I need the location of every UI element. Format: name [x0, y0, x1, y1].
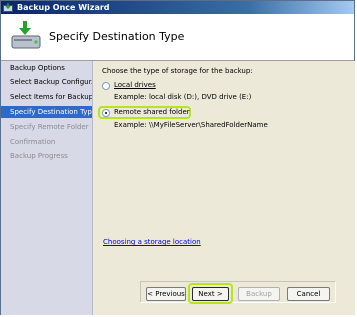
step-specify-remote-folder: Specify Remote Folder [10, 123, 89, 131]
storage-location-help-link[interactable]: Choosing a storage location [103, 238, 201, 246]
wizard-header: Specify Destination Type [1, 14, 354, 61]
next-button-label: Next > [198, 290, 223, 298]
step-select-backup-configuration: Select Backup Configur... [10, 78, 92, 86]
wizard-steps-sidebar: Backup Options Select Backup Configur...… [1, 61, 93, 315]
local-drives-radio[interactable] [102, 82, 110, 90]
local-drives-example: Example: local disk (D:), DVD drive (E:) [114, 93, 252, 101]
next-button[interactable]: Next > [192, 287, 229, 301]
previous-button[interactable]: < Previous [146, 287, 186, 301]
local-drives-label[interactable]: Local drives [114, 81, 156, 89]
cancel-button-label: Cancel [296, 290, 321, 298]
wizard-content: Choose the type of storage for the backu… [93, 61, 355, 315]
step-confirmation: Confirmation [10, 138, 56, 146]
backup-app-icon [3, 3, 13, 12]
storage-type-prompt: Choose the type of storage for the backu… [102, 67, 253, 75]
backup-button[interactable]: Backup [238, 287, 280, 301]
backup-button-label: Backup [246, 290, 272, 298]
previous-button-label: < Previous [147, 290, 185, 298]
backup-drive-icon [11, 21, 41, 49]
cancel-button[interactable]: Cancel [287, 287, 330, 301]
step-backup-options: Backup Options [10, 64, 65, 72]
window-title: Backup Once Wizard [17, 3, 110, 12]
page-title: Specify Destination Type [49, 30, 185, 43]
step-specify-destination-type: Specify Destination Type [1, 106, 92, 118]
local-drives-text: Local drives [114, 81, 156, 89]
remote-shared-folder-example: Example: \\MyFileServer\SharedFolderName [114, 121, 268, 129]
remote-shared-folder-radio[interactable] [102, 109, 110, 117]
title-bar: Backup Once Wizard [1, 1, 354, 14]
wizard-window: Backup Once Wizard Specify Destination T… [0, 0, 355, 315]
step-select-items-for-backup: Select Items for Backup [10, 93, 92, 101]
step-backup-progress: Backup Progress [10, 152, 68, 160]
remote-shared-folder-label[interactable]: Remote shared folder [114, 108, 190, 116]
